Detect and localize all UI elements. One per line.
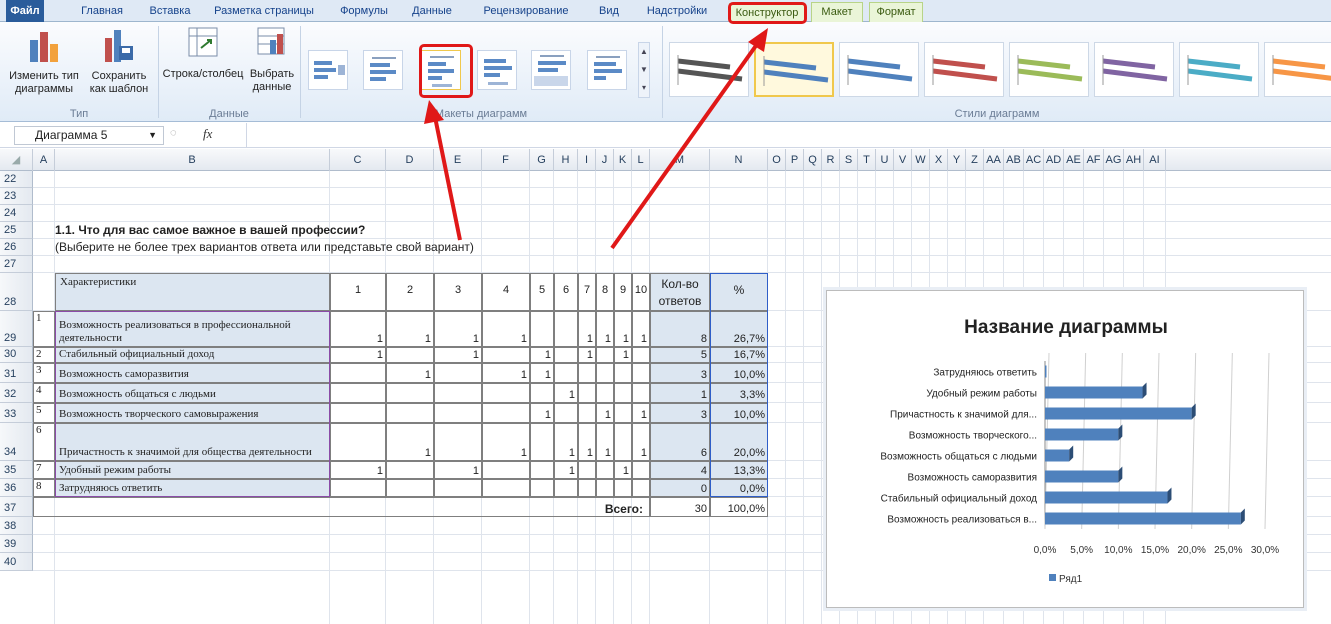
arrow-to-design-tab — [610, 28, 768, 250]
arrow-to-layout — [424, 100, 462, 241]
annotation-arrows — [424, 28, 768, 250]
